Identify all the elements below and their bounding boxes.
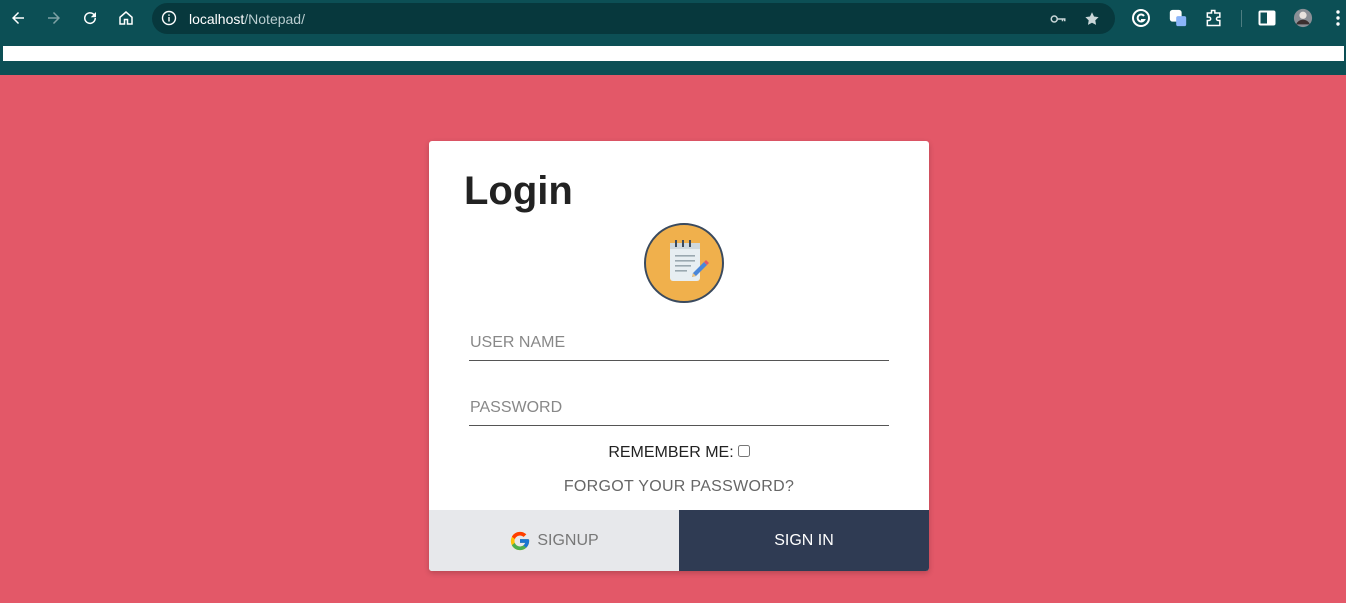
sign-in-button[interactable]: SIGN IN <box>679 510 929 571</box>
url-text: localhost/Notepad/ <box>189 11 305 27</box>
url-path: /Notepad/ <box>244 11 305 27</box>
side-panel-icon[interactable] <box>1257 8 1277 28</box>
page-title: Login <box>464 169 573 213</box>
forgot-password-link[interactable]: FORGOT YOUR PASSWORD? <box>429 478 929 496</box>
google-icon <box>511 531 530 550</box>
remember-me-checkbox[interactable] <box>737 445 750 457</box>
reload-icon[interactable] <box>78 6 102 30</box>
notepad-logo-icon <box>644 223 724 303</box>
key-icon[interactable] <box>1049 10 1067 28</box>
url-host: localhost <box>189 11 245 27</box>
username-input[interactable] <box>469 325 889 361</box>
remember-me-row: REMEMBER ME: <box>429 444 929 462</box>
star-icon[interactable] <box>1083 10 1101 28</box>
login-card: Login REMEMBER ME: FORGOT YOUR PASSWORD? <box>429 141 929 571</box>
remember-me-label: REMEMBER ME: <box>608 444 734 461</box>
toolbar-divider <box>1241 10 1242 27</box>
site-info-icon[interactable] <box>161 10 177 26</box>
puzzle-icon[interactable] <box>1204 8 1224 28</box>
back-icon[interactable] <box>6 6 30 30</box>
address-bar[interactable]: localhost/Notepad/ <box>152 3 1115 34</box>
browser-chrome: localhost/Notepad/ <box>0 0 1346 75</box>
grammarly-icon[interactable] <box>1131 8 1151 28</box>
forward-icon[interactable] <box>42 6 66 30</box>
google-signup-button[interactable]: SIGNUP <box>429 510 679 571</box>
browser-toolbar: localhost/Notepad/ <box>0 0 1346 37</box>
extension-app-icon[interactable] <box>1168 8 1188 28</box>
profile-avatar[interactable] <box>1293 8 1313 28</box>
menu-icon[interactable] <box>1330 8 1346 28</box>
signup-label: SIGNUP <box>537 531 599 549</box>
bookmarks-bar <box>3 46 1344 61</box>
password-input[interactable] <box>469 390 889 426</box>
home-icon[interactable] <box>114 6 138 30</box>
